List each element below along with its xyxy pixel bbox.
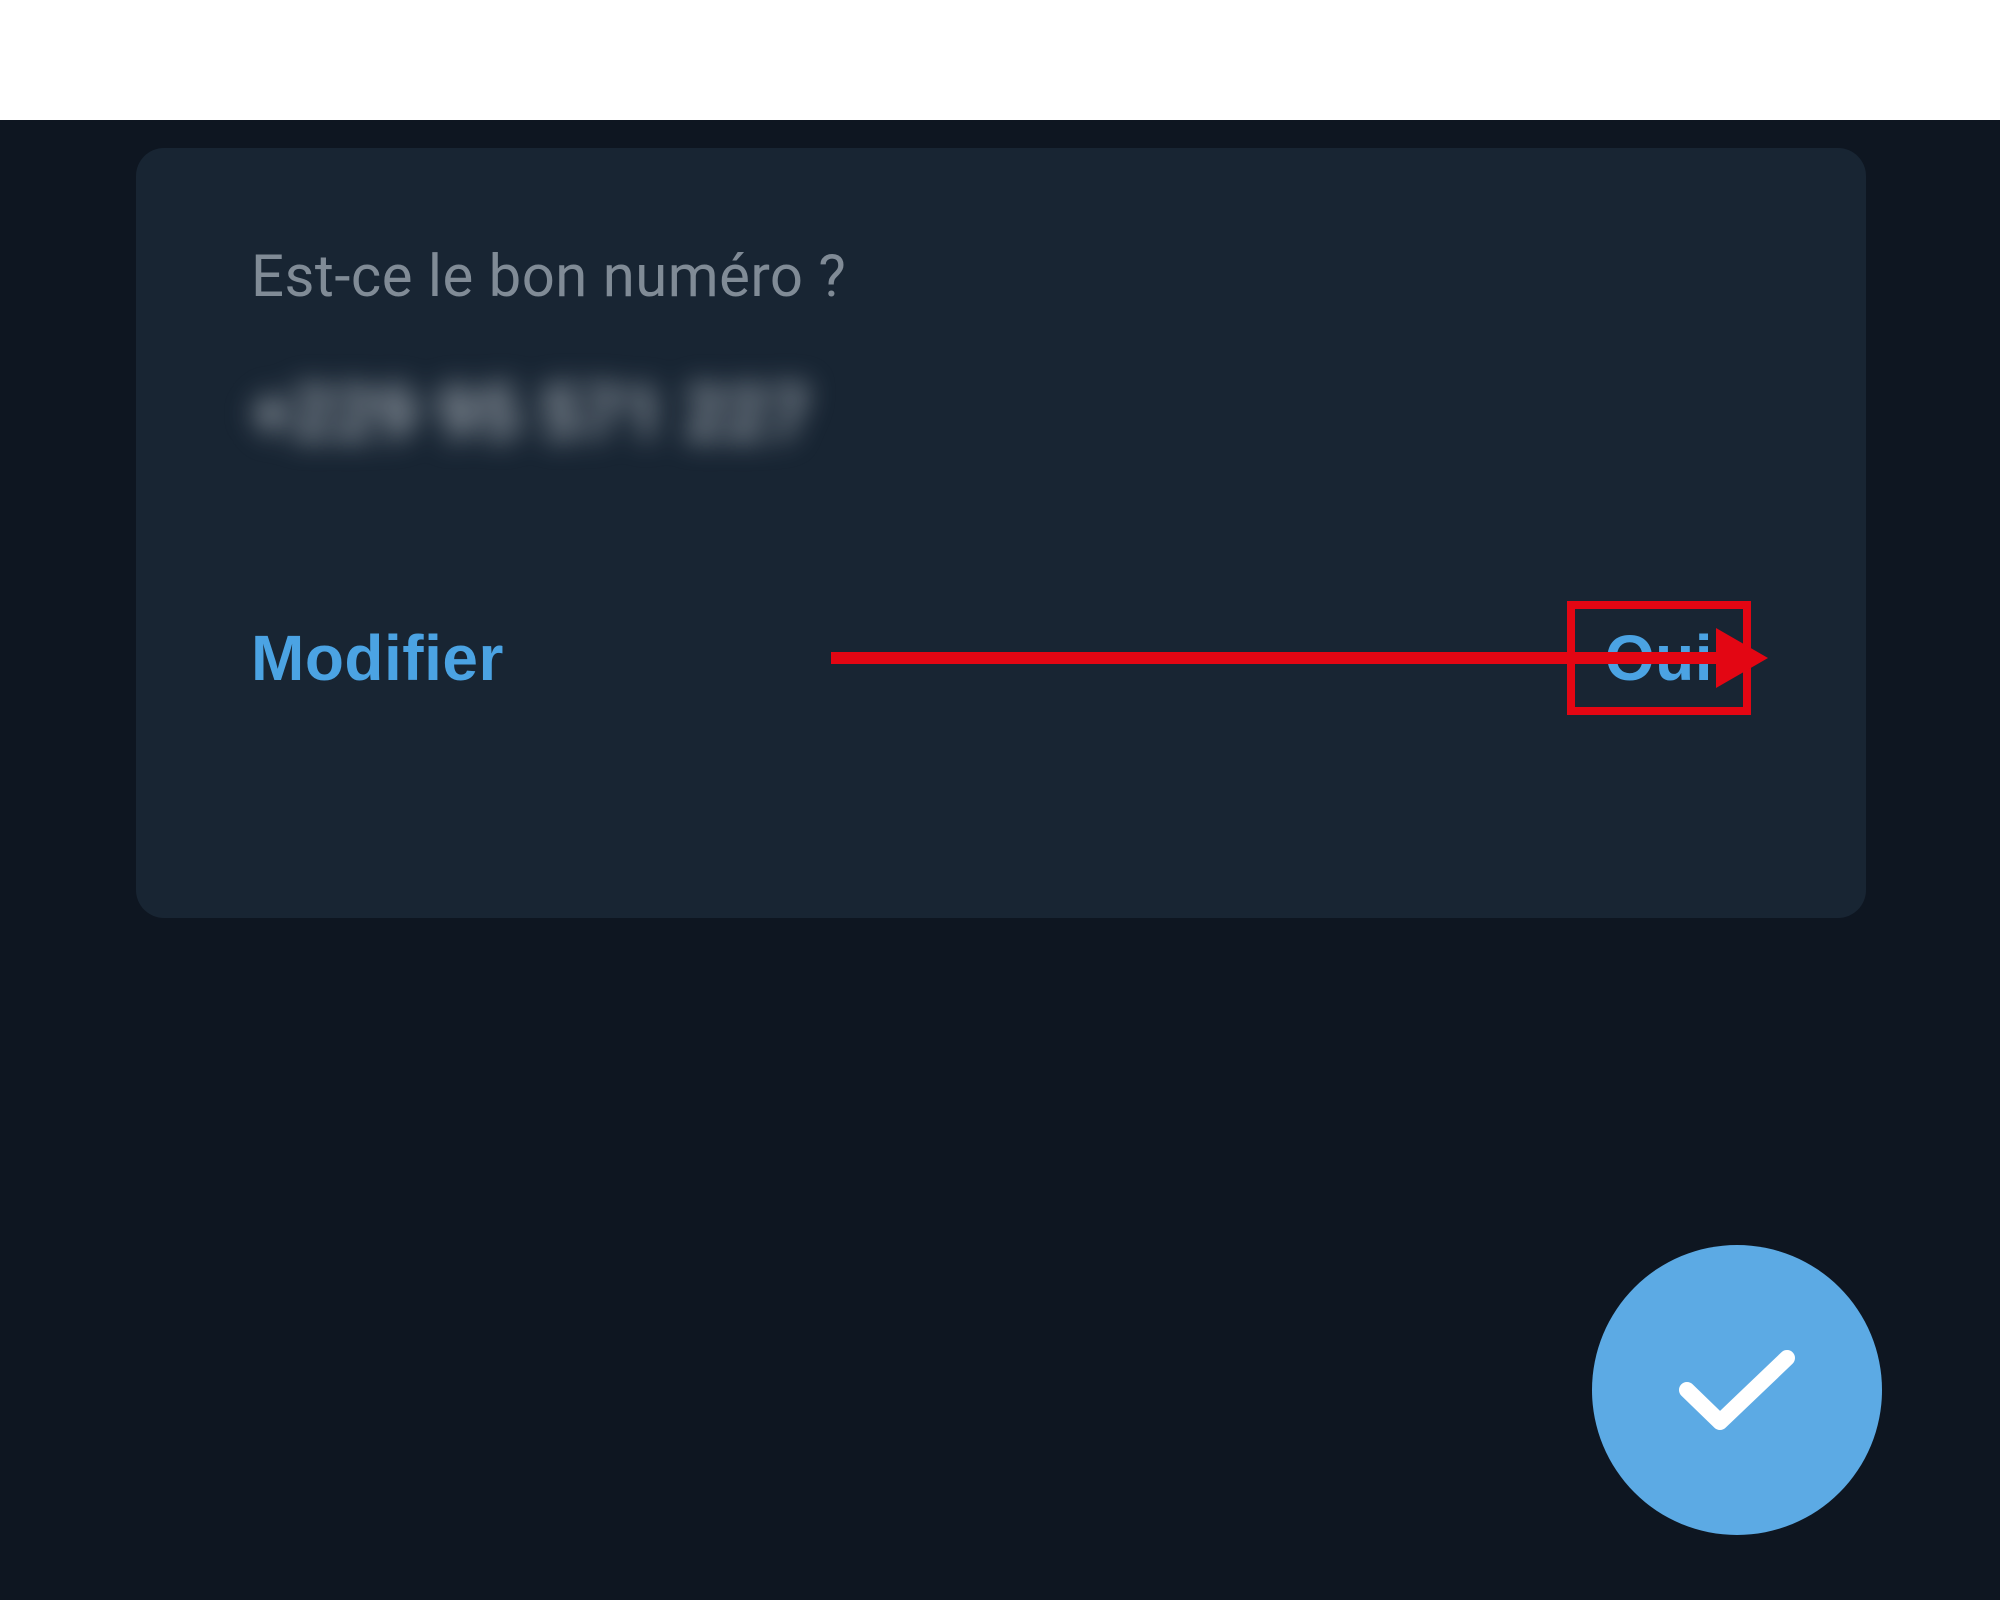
app-background: Est-ce le bon numéro ? +229 95 571 227 M… <box>0 120 2000 1600</box>
dialog-actions: Modifier Oui <box>251 601 1751 715</box>
confirmation-dialog: Est-ce le bon numéro ? +229 95 571 227 M… <box>136 148 1866 918</box>
edit-button[interactable]: Modifier <box>251 621 504 695</box>
submit-fab-button[interactable] <box>1592 1245 1882 1535</box>
annotation-arrow-head <box>1716 628 1768 688</box>
checkmark-icon <box>1672 1340 1802 1440</box>
annotation-arrow-line <box>831 652 1731 664</box>
dialog-title: Est-ce le bon numéro ? <box>251 243 1751 311</box>
phone-number-display: +229 95 571 227 <box>251 371 1751 456</box>
